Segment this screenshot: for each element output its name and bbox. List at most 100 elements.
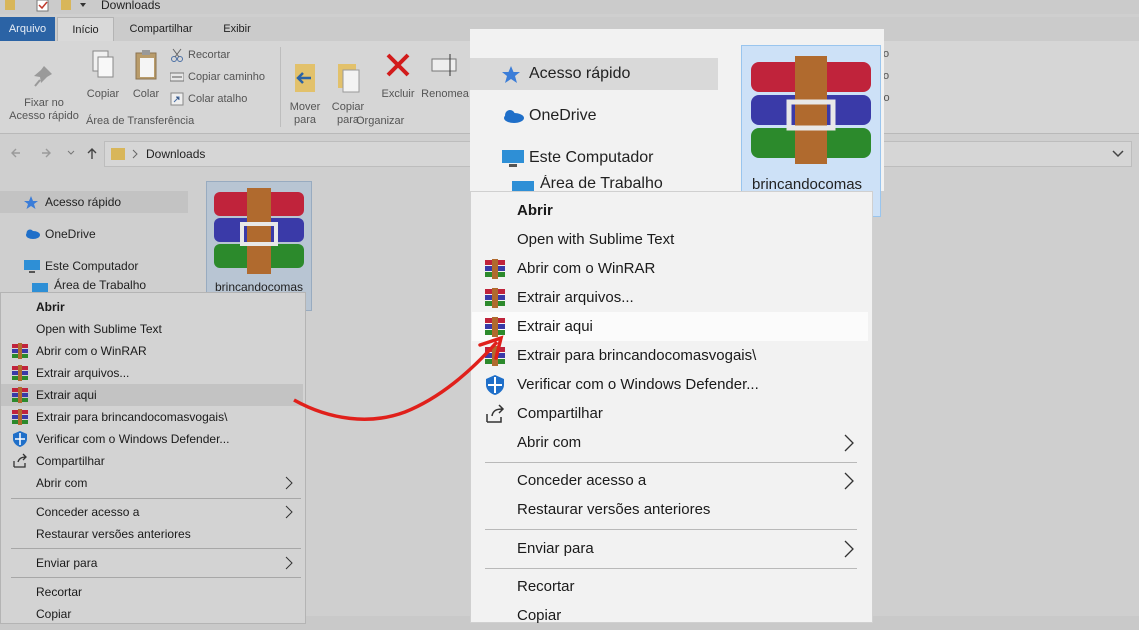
menu-item-label: Verificar com o Windows Defender... bbox=[517, 376, 759, 393]
tab-compartilhar[interactable]: Compartilhar bbox=[118, 17, 204, 41]
nav-this-pc[interactable]: Este Computador bbox=[0, 255, 188, 277]
cut-label: Recortar bbox=[188, 49, 231, 61]
winrar-icon bbox=[485, 317, 505, 337]
menu-item-conceder[interactable]: Conceder acesso a bbox=[1, 501, 303, 523]
zoom-nav-this-pc[interactable]: Este Computador bbox=[470, 142, 718, 174]
paste-label: Colar bbox=[132, 88, 160, 100]
menu-item-sublime[interactable]: Open with Sublime Text bbox=[1, 318, 303, 340]
menu-item-label: Extrair para brincandocomasvogais\ bbox=[36, 410, 228, 424]
menu-item-extrair-arquivos[interactable]: Extrair arquivos... bbox=[472, 283, 868, 312]
menu-item-compartilhar[interactable]: Compartilhar bbox=[1, 450, 303, 472]
menu-item-extrair-aqui[interactable]: Extrair aqui bbox=[472, 312, 868, 341]
menu-item-abrir[interactable]: Abrir bbox=[1, 296, 303, 318]
rename-button[interactable]: Renomea bbox=[420, 49, 470, 101]
pin-button[interactable]: Fixar no Acesso rápido bbox=[6, 51, 82, 136]
menu-item-abrir-winrar[interactable]: Abrir com o WinRAR bbox=[1, 340, 303, 362]
menu-item-label: Extrair arquivos... bbox=[517, 289, 634, 306]
move-to-label: Mover para bbox=[289, 101, 321, 126]
menu-separator bbox=[485, 529, 857, 530]
menu-item-label: Abrir com bbox=[517, 434, 582, 451]
menu-item-label: Open with Sublime Text bbox=[36, 322, 162, 336]
tab-inicio[interactable]: Início bbox=[57, 17, 114, 41]
menu-item-label: Enviar para bbox=[517, 540, 594, 557]
menu-item-label: Abrir com bbox=[36, 476, 88, 490]
menu-item-label: Restaurar versões anteriores bbox=[517, 501, 711, 518]
chevron-right-icon bbox=[844, 434, 854, 452]
tab-arquivo[interactable]: Arquivo bbox=[0, 17, 55, 41]
tab-exibir[interactable]: Exibir bbox=[214, 17, 260, 41]
menu-separator bbox=[485, 462, 857, 463]
rename-icon bbox=[431, 54, 457, 76]
menu-item-recortar[interactable]: Recortar bbox=[1, 581, 303, 603]
menu-item-defender[interactable]: Verificar com o Windows Defender... bbox=[1, 428, 303, 450]
chevron-down-icon[interactable] bbox=[1111, 149, 1125, 159]
menu-item-label: Abrir bbox=[517, 202, 553, 219]
chevron-right-icon bbox=[285, 505, 293, 519]
zoom-nav-label: Área de Trabalho bbox=[540, 175, 663, 191]
share-icon bbox=[486, 404, 505, 423]
menu-item-label: Extrair arquivos... bbox=[36, 366, 130, 380]
nav-this-pc-label: Este Computador bbox=[45, 259, 139, 273]
delete-button[interactable]: Excluir bbox=[376, 49, 420, 101]
winrar-icon bbox=[12, 343, 28, 359]
nav-buttons bbox=[11, 148, 97, 159]
cut-button[interactable]: Recortar bbox=[170, 46, 230, 64]
menu-item-defender[interactable]: Verificar com o Windows Defender... bbox=[472, 370, 868, 399]
menu-item-label: Recortar bbox=[517, 578, 575, 595]
zoom-nav-label: OneDrive bbox=[529, 107, 597, 124]
menu-item-recortar[interactable]: Recortar bbox=[472, 572, 868, 601]
menu-item-label: Compartilhar bbox=[517, 405, 603, 422]
menu-item-sublime[interactable]: Open with Sublime Text bbox=[472, 225, 868, 254]
copy-button[interactable]: Copiar bbox=[84, 49, 122, 101]
shield-icon bbox=[13, 431, 27, 447]
menu-item-conceder[interactable]: Conceder acesso a bbox=[472, 466, 868, 495]
zoom-nav-onedrive[interactable]: OneDrive bbox=[470, 100, 718, 132]
menu-item-compartilhar[interactable]: Compartilhar bbox=[472, 399, 868, 428]
copy-path-label: Copiar caminho bbox=[188, 71, 266, 83]
menu-item-abrir[interactable]: Abrir bbox=[472, 196, 868, 225]
paste-shortcut-button[interactable]: Colar atalho bbox=[170, 90, 247, 108]
menu-item-restaurar[interactable]: Restaurar versões anteriores bbox=[1, 523, 303, 545]
zoom-nav-quick-access[interactable]: Acesso rápido bbox=[470, 58, 718, 90]
menu-item-label: Abrir com o WinRAR bbox=[517, 260, 656, 277]
menu-item-copiar[interactable]: Copiar bbox=[1, 603, 303, 625]
menu-item-extrair-para[interactable]: Extrair para brincandocomasvogais\ bbox=[1, 406, 303, 428]
quick-access-toolbar-icons[interactable] bbox=[3, 0, 93, 12]
nav-onedrive[interactable]: OneDrive bbox=[0, 223, 188, 245]
menu-separator bbox=[11, 577, 301, 578]
zoom-nav-desktop[interactable]: Área de Trabalho bbox=[470, 175, 718, 191]
nav-quick-access[interactable]: Acesso rápido bbox=[0, 191, 188, 213]
paste-button[interactable]: Colar bbox=[126, 49, 166, 101]
computer-icon bbox=[502, 150, 524, 167]
chevron-right-icon bbox=[285, 556, 293, 570]
address-path: Downloads bbox=[146, 147, 206, 161]
organize-group-label: Organizar bbox=[356, 115, 405, 127]
winrar-icon bbox=[12, 365, 28, 381]
copy-label: Copiar bbox=[86, 88, 120, 100]
computer-icon bbox=[24, 260, 40, 273]
copy-icon bbox=[92, 50, 114, 78]
menu-item-abrir-com[interactable]: Abrir com bbox=[472, 428, 868, 457]
move-to-button[interactable]: Mover para bbox=[286, 49, 324, 140]
desktop-icon bbox=[512, 181, 534, 191]
menu-item-label: Enviar para bbox=[36, 556, 98, 570]
menu-separator bbox=[11, 498, 301, 499]
menu-item-extrair-aqui[interactable]: Extrair aqui bbox=[1, 384, 303, 406]
menu-item-label: Conceder acesso a bbox=[36, 505, 140, 519]
menu-item-enviar[interactable]: Enviar para bbox=[472, 534, 868, 563]
copy-path-button[interactable]: Copiar caminho bbox=[170, 68, 265, 86]
menu-item-abrir-com[interactable]: Abrir com bbox=[1, 472, 303, 494]
navigation-pane: Acesso rápido OneDrive Este Computador Á… bbox=[0, 180, 192, 300]
menu-item-abrir-winrar[interactable]: Abrir com o WinRAR bbox=[472, 254, 868, 283]
menu-item-extrair-arquivos[interactable]: Extrair arquivos... bbox=[1, 362, 303, 384]
menu-item-enviar[interactable]: Enviar para bbox=[1, 552, 303, 574]
desktop-icon bbox=[32, 283, 48, 292]
cloud-icon bbox=[504, 110, 524, 123]
winrar-icon bbox=[12, 409, 28, 425]
nav-desktop[interactable]: Área de Trabalho bbox=[0, 278, 188, 292]
ribbon-divider bbox=[280, 47, 281, 127]
menu-item-restaurar[interactable]: Restaurar versões anteriores bbox=[472, 495, 868, 524]
folder-icon bbox=[111, 148, 138, 160]
window-title: Downloads bbox=[101, 0, 161, 12]
menu-item-extrair-para[interactable]: Extrair para brincandocomasvogais\ bbox=[472, 341, 868, 370]
